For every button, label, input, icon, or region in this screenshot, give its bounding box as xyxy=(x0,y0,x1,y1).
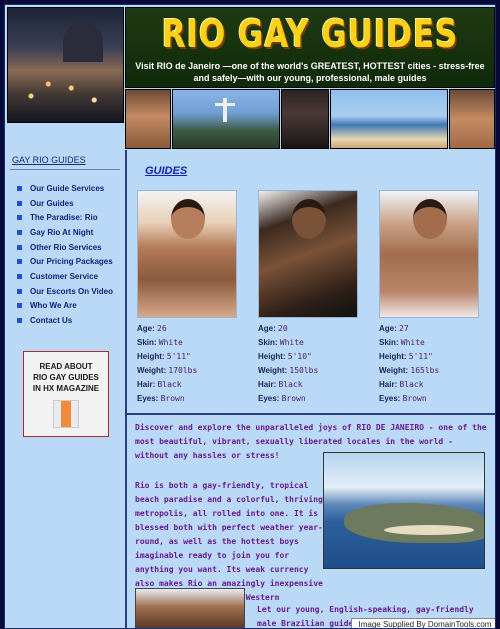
guide-card: Age: 26 Skin: White Height: 5'11" Weight… xyxy=(137,190,237,406)
bullet-icon xyxy=(17,259,22,265)
guide-card: Age: 27 Skin: White Height: 5'11" Weight… xyxy=(379,190,479,406)
nav-item-customer-service[interactable]: Customer Service xyxy=(17,269,113,284)
sidebar-divider xyxy=(10,169,120,170)
header-photo-christ-redeemer xyxy=(172,89,280,149)
guide-photo[interactable] xyxy=(137,190,237,318)
header-photo-guide-2 xyxy=(281,89,329,149)
nav-item-pricing[interactable]: Our Pricing Packages xyxy=(17,254,113,269)
sidebar-nav: Our Guide Services Our Guides The Paradi… xyxy=(17,181,113,328)
guide-photo[interactable] xyxy=(258,190,358,318)
section-divider xyxy=(127,413,495,415)
guides-heading: GUIDES xyxy=(145,165,188,177)
nav-item-video[interactable]: Our Escorts On Video xyxy=(17,284,113,299)
bullet-icon xyxy=(17,273,22,279)
bullet-icon xyxy=(17,229,22,235)
magazine-cover-thumbnail xyxy=(53,400,79,428)
sidebar: GAY RIO GUIDES Our Guide Services Our Gu… xyxy=(7,125,124,628)
bullet-icon xyxy=(17,185,22,191)
page-frame: RIO GAY GUIDES Visit RIO de Janeiro —one… xyxy=(4,4,496,629)
hx-magazine-promo[interactable]: READ ABOUT RIO GAY GUIDES IN HX MAGAZINE xyxy=(23,351,109,437)
promo-line-3: IN HX MAGAZINE xyxy=(32,384,100,393)
nav-item-rio-at-night[interactable]: Gay Rio At Night xyxy=(17,225,113,240)
bullet-icon xyxy=(17,244,22,250)
header-banner: RIO GAY GUIDES Visit RIO de Janeiro —one… xyxy=(125,7,495,88)
nav-item-contact[interactable]: Contact Us xyxy=(17,313,113,328)
header-photo-guide-1 xyxy=(125,89,171,149)
bullet-icon xyxy=(17,200,22,206)
promo-line-2: RIO GAY GUIDES xyxy=(33,373,99,382)
site-tagline: Visit RIO de Janeiro —one of the world's… xyxy=(135,61,485,83)
rio-aerial-photo xyxy=(323,452,485,569)
sidebar-title[interactable]: GAY RIO GUIDES xyxy=(12,155,86,165)
guide-stats: Age: 26 Skin: White Height: 5'11" Weight… xyxy=(137,324,198,403)
guide-portrait-photo xyxy=(135,588,245,628)
guide-photo[interactable] xyxy=(379,190,479,318)
guide-card: Age: 20 Skin: White Height: 5'10" Weight… xyxy=(258,190,358,406)
guide-stats: Age: 20 Skin: White Height: 5'10" Weight… xyxy=(258,324,319,403)
nav-item-paradise-rio[interactable]: The Paradise: Rio xyxy=(17,210,113,225)
bullet-icon xyxy=(17,303,22,309)
bullet-icon xyxy=(17,215,22,221)
site-title: RIO GAY GUIDES xyxy=(161,12,459,56)
guide-stats: Age: 27 Skin: White Height: 5'11" Weight… xyxy=(379,324,440,403)
bullet-icon xyxy=(17,288,22,294)
nav-item-who-we-are[interactable]: Who We Are xyxy=(17,299,113,314)
column-divider xyxy=(125,150,127,628)
nav-item-our-guides[interactable]: Our Guides xyxy=(17,196,113,211)
bullet-icon xyxy=(17,318,22,324)
header-photo-beach xyxy=(330,89,448,149)
rio-night-photo xyxy=(7,7,124,123)
header-photo-guide-3 xyxy=(449,89,495,149)
nav-item-guide-services[interactable]: Our Guide Services xyxy=(17,181,113,196)
nav-item-other-services[interactable]: Other Rio Services xyxy=(17,240,113,255)
image-credit: Image Supplied By DomainTools.com xyxy=(351,618,495,628)
promo-line-1: READ ABOUT xyxy=(39,362,93,371)
